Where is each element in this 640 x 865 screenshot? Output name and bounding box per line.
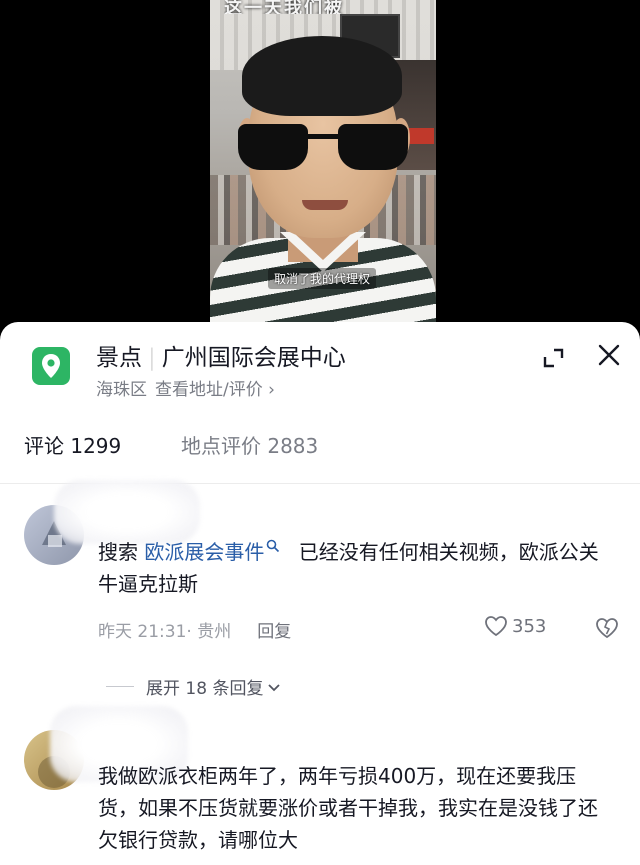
video-subtitle: 取消了我的代理权 [268, 268, 377, 289]
comment-tabs: 评论 1299 地点评价 2883 [0, 422, 640, 466]
location-subline: 海珠区 查看地址/评价 › [96, 375, 275, 400]
comment-location: · 贵州 [186, 622, 232, 642]
location-sheet: 景点 | 广州国际会展中心 海珠区 查看地址/评价 › 评论 1299 地点评价 28… [0, 322, 640, 865]
reply-button[interactable]: 回复 [257, 622, 291, 642]
map-pin-icon [32, 347, 70, 385]
dislike-button[interactable] [594, 615, 620, 641]
chevron-down-icon [268, 683, 281, 691]
search-keyword-link[interactable]: 欧派展会事件 [144, 540, 264, 564]
location-title[interactable]: 景点 | 广州国际会展中心 [96, 338, 346, 372]
heart-icon [485, 616, 507, 637]
video-person-mouth [302, 200, 348, 210]
expand-replies-label: 展开 18 条回复 [146, 679, 264, 699]
tab-comments[interactable]: 评论 1299 [24, 430, 121, 459]
video-frame: 这一天我们被 取消了我的代理权 [210, 0, 436, 322]
expand-line [106, 686, 134, 687]
video-player[interactable]: 这一天我们被 取消了我的代理权 [0, 0, 640, 322]
comment-meta: 昨天 21:31· 贵州 回复 [98, 617, 291, 642]
close-icon[interactable] [594, 340, 624, 370]
video-top-caption: 这一天我们被 [224, 0, 344, 14]
title-separator: | [148, 345, 156, 371]
broken-heart-icon [596, 618, 618, 639]
like-count: 353 [512, 615, 547, 637]
video-person-hair [242, 36, 402, 116]
search-icon [267, 539, 280, 553]
location-district: 海珠区 [96, 380, 147, 400]
comment-time: 昨天 21:31 [98, 622, 187, 642]
like-button[interactable]: 353 [484, 615, 546, 637]
expand-icon[interactable] [540, 344, 568, 372]
username-blur [54, 480, 200, 544]
expand-replies-button[interactable]: 展开 18 条回复 [106, 674, 281, 699]
view-address-link[interactable]: 查看地址/评价 › [155, 380, 275, 400]
location-category: 景点 [96, 345, 142, 371]
video-person-sunglasses [238, 124, 408, 170]
comment-text: 我做欧派衣柜两年了，两年亏损400万，现在还要我压货，如果不压货就要涨价或者干掉… [98, 764, 598, 852]
tab-place-reviews[interactable]: 地点评价 2883 [181, 430, 318, 459]
location-name: 广州国际会展中心 [161, 345, 346, 371]
comment-text: 搜索 欧派展会事件 已经没有任何相关视频，欧派公关 牛逼克拉斯 [98, 539, 599, 596]
